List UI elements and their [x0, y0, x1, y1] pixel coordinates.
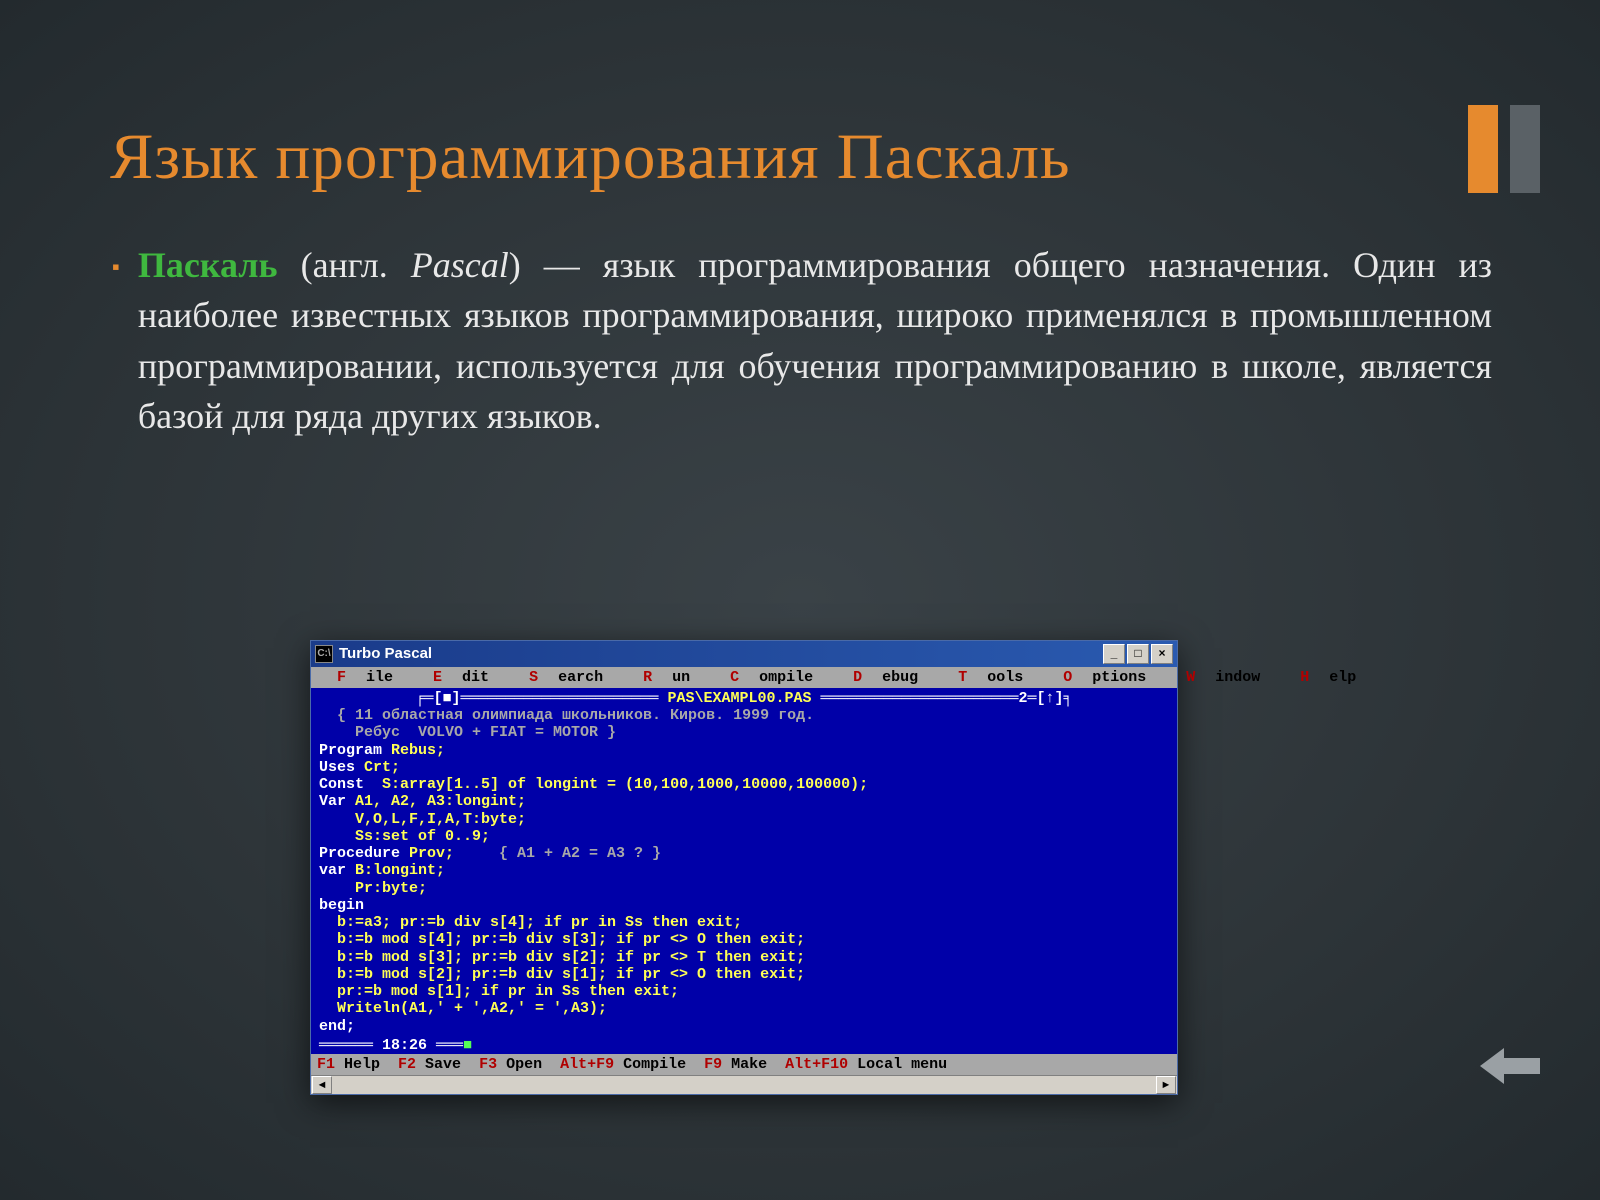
window-title: Turbo Pascal: [339, 641, 432, 667]
menu-compile[interactable]: Compile: [710, 669, 833, 686]
code-keyword: Const: [319, 776, 382, 793]
code-keyword: var: [319, 862, 355, 879]
menu-tools[interactable]: Tools: [938, 669, 1043, 686]
minimize-button[interactable]: _: [1103, 644, 1125, 664]
horizontal-scrollbar[interactable]: ◄ ►: [311, 1075, 1177, 1094]
slide-body: ▪ Паскаль (англ. Pascal) — язык программ…: [112, 240, 1492, 442]
code-keyword: Program: [319, 742, 391, 759]
maximize-button[interactable]: □: [1127, 644, 1149, 664]
back-arrow-icon[interactable]: [1480, 1042, 1540, 1090]
window-titlebar: C:\ Turbo Pascal _ □ ×: [310, 640, 1178, 667]
scroll-right-icon[interactable]: ►: [1156, 1076, 1176, 1094]
menu-debug[interactable]: Debug: [833, 669, 938, 686]
code-keyword: begin: [319, 897, 364, 914]
code-comment: Ребус VOLVO + FIAT = MOTOR }: [319, 724, 616, 741]
code-keyword: Procedure: [319, 845, 409, 862]
term-pascal-english: Pascal: [411, 245, 509, 285]
menu-run[interactable]: Run: [623, 669, 710, 686]
paragraph: Паскаль (англ. Pascal) — язык программир…: [138, 240, 1492, 442]
editor-frame-top: ╒═[■]══════════════════════ PAS\EXAMPL00…: [311, 688, 1177, 707]
paren-prefix: (англ.: [278, 245, 411, 285]
code-keyword: Uses: [319, 759, 364, 776]
code-editor[interactable]: { 11 областная олимпиада школьников. Кир…: [311, 707, 1177, 1037]
ide-menu-bar: File Edit Search Run Compile Debug Tools…: [311, 667, 1177, 688]
code-keyword: Var: [319, 793, 355, 810]
bullet-icon: ▪: [112, 252, 120, 283]
accent-bar-gray: [1510, 105, 1540, 193]
slide: Язык программирования Паскаль ▪ Паскаль …: [0, 0, 1600, 1200]
editor-frame-bottom: ══════ 18:26 ═══■: [311, 1037, 1177, 1054]
menu-file[interactable]: File: [317, 669, 413, 686]
accent-decoration: [1468, 105, 1540, 193]
scroll-left-icon[interactable]: ◄: [312, 1076, 332, 1094]
menu-search[interactable]: Search: [509, 669, 623, 686]
close-button[interactable]: ×: [1151, 644, 1173, 664]
menu-options[interactable]: Options: [1043, 669, 1166, 686]
menu-window[interactable]: Window: [1166, 669, 1280, 686]
code-keyword: end;: [319, 1018, 355, 1035]
turbo-pascal-screenshot: C:\ Turbo Pascal _ □ × File Edit Search …: [310, 640, 1178, 1095]
menu-edit[interactable]: Edit: [413, 669, 509, 686]
system-menu-icon[interactable]: C:\: [315, 645, 333, 663]
accent-bar-orange: [1468, 105, 1498, 193]
code-comment: { 11 областная олимпиада школьников. Кир…: [319, 707, 814, 724]
menu-help[interactable]: Help: [1280, 669, 1376, 686]
slide-title: Язык программирования Паскаль: [110, 120, 1071, 195]
term-pascal: Паскаль: [138, 245, 278, 285]
ide-body: File Edit Search Run Compile Debug Tools…: [310, 667, 1178, 1095]
ide-status-bar: F1 Help F2 Save F3 Open Alt+F9 Compile F…: [311, 1054, 1177, 1075]
